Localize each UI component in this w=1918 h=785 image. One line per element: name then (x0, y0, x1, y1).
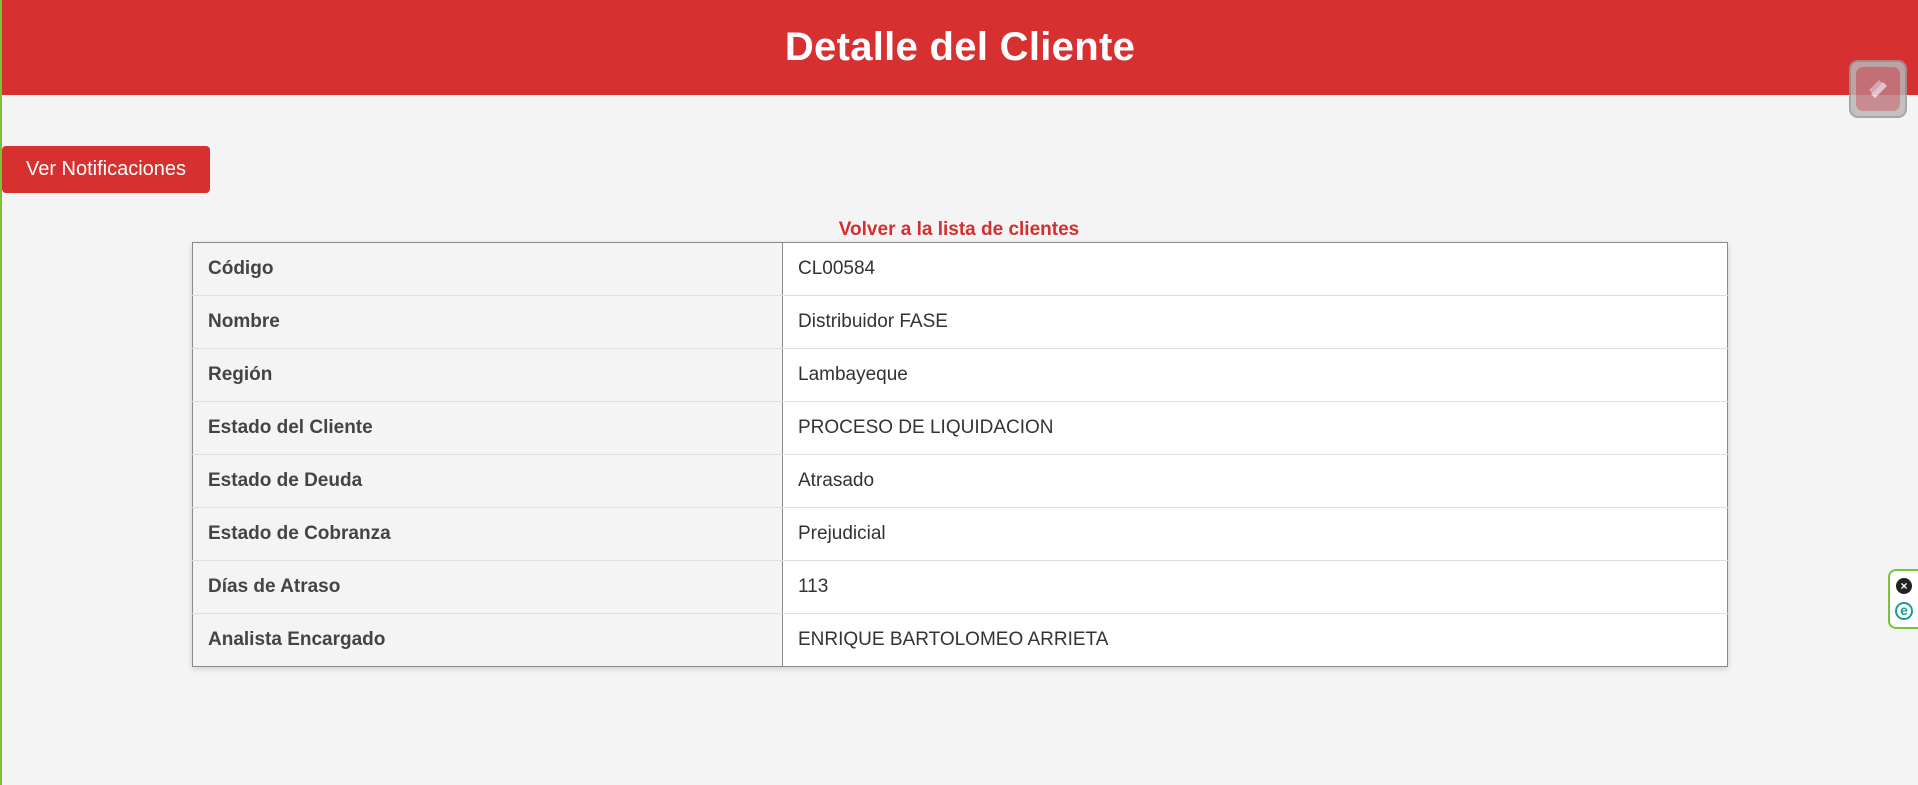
table-row: Nombre Distribuidor FASE (192, 295, 1728, 349)
row-label: Región (192, 348, 783, 402)
row-label: Estado del Cliente (192, 401, 783, 455)
table-row: Estado del Cliente PROCESO DE LIQUIDACIO… (192, 401, 1728, 455)
row-value: Prejudicial (782, 507, 1728, 561)
client-detail-table: Código CL00584 Nombre Distribuidor FASE … (192, 242, 1728, 667)
row-value: ENRIQUE BARTOLOMEO ARRIETA (782, 613, 1728, 667)
table-row: Código CL00584 (192, 242, 1728, 296)
row-value: CL00584 (782, 242, 1728, 296)
row-label: Estado de Deuda (192, 454, 783, 508)
table-row: Estado de Deuda Atrasado (192, 454, 1728, 508)
row-label: Nombre (192, 295, 783, 349)
view-notifications-button[interactable]: Ver Notificaciones (2, 146, 210, 193)
page-header: Detalle del Cliente (2, 0, 1918, 95)
table-row: Región Lambayeque (192, 348, 1728, 402)
close-icon[interactable]: × (1896, 578, 1912, 595)
left-edge-border (0, 0, 2, 785)
side-widget: × e (1888, 569, 1918, 629)
row-value: Lambayeque (782, 348, 1728, 402)
back-to-client-list-row: Volver a la lista de clientes (0, 219, 1918, 241)
back-to-client-list-link[interactable]: Volver a la lista de clientes (839, 219, 1079, 240)
e-letter-icon[interactable]: e (1895, 601, 1913, 620)
row-label: Estado de Cobranza (192, 507, 783, 561)
row-label: Analista Encargado (192, 613, 783, 667)
page-title: Detalle del Cliente (784, 25, 1136, 69)
row-value: Distribuidor FASE (782, 295, 1728, 349)
row-value: 113 (782, 560, 1728, 614)
table-row: Estado de Cobranza Prejudicial (192, 507, 1728, 561)
row-label: Código (192, 242, 783, 296)
pencil-extension-icon (1856, 67, 1900, 111)
table-row: Días de Atraso 113 (192, 560, 1728, 614)
table-row: Analista Encargado ENRIQUE BARTOLOMEO AR… (192, 613, 1728, 667)
row-label: Días de Atraso (192, 560, 783, 614)
row-value: Atrasado (782, 454, 1728, 508)
browser-extension-button[interactable] (1849, 60, 1907, 118)
row-value: PROCESO DE LIQUIDACION (782, 401, 1728, 455)
